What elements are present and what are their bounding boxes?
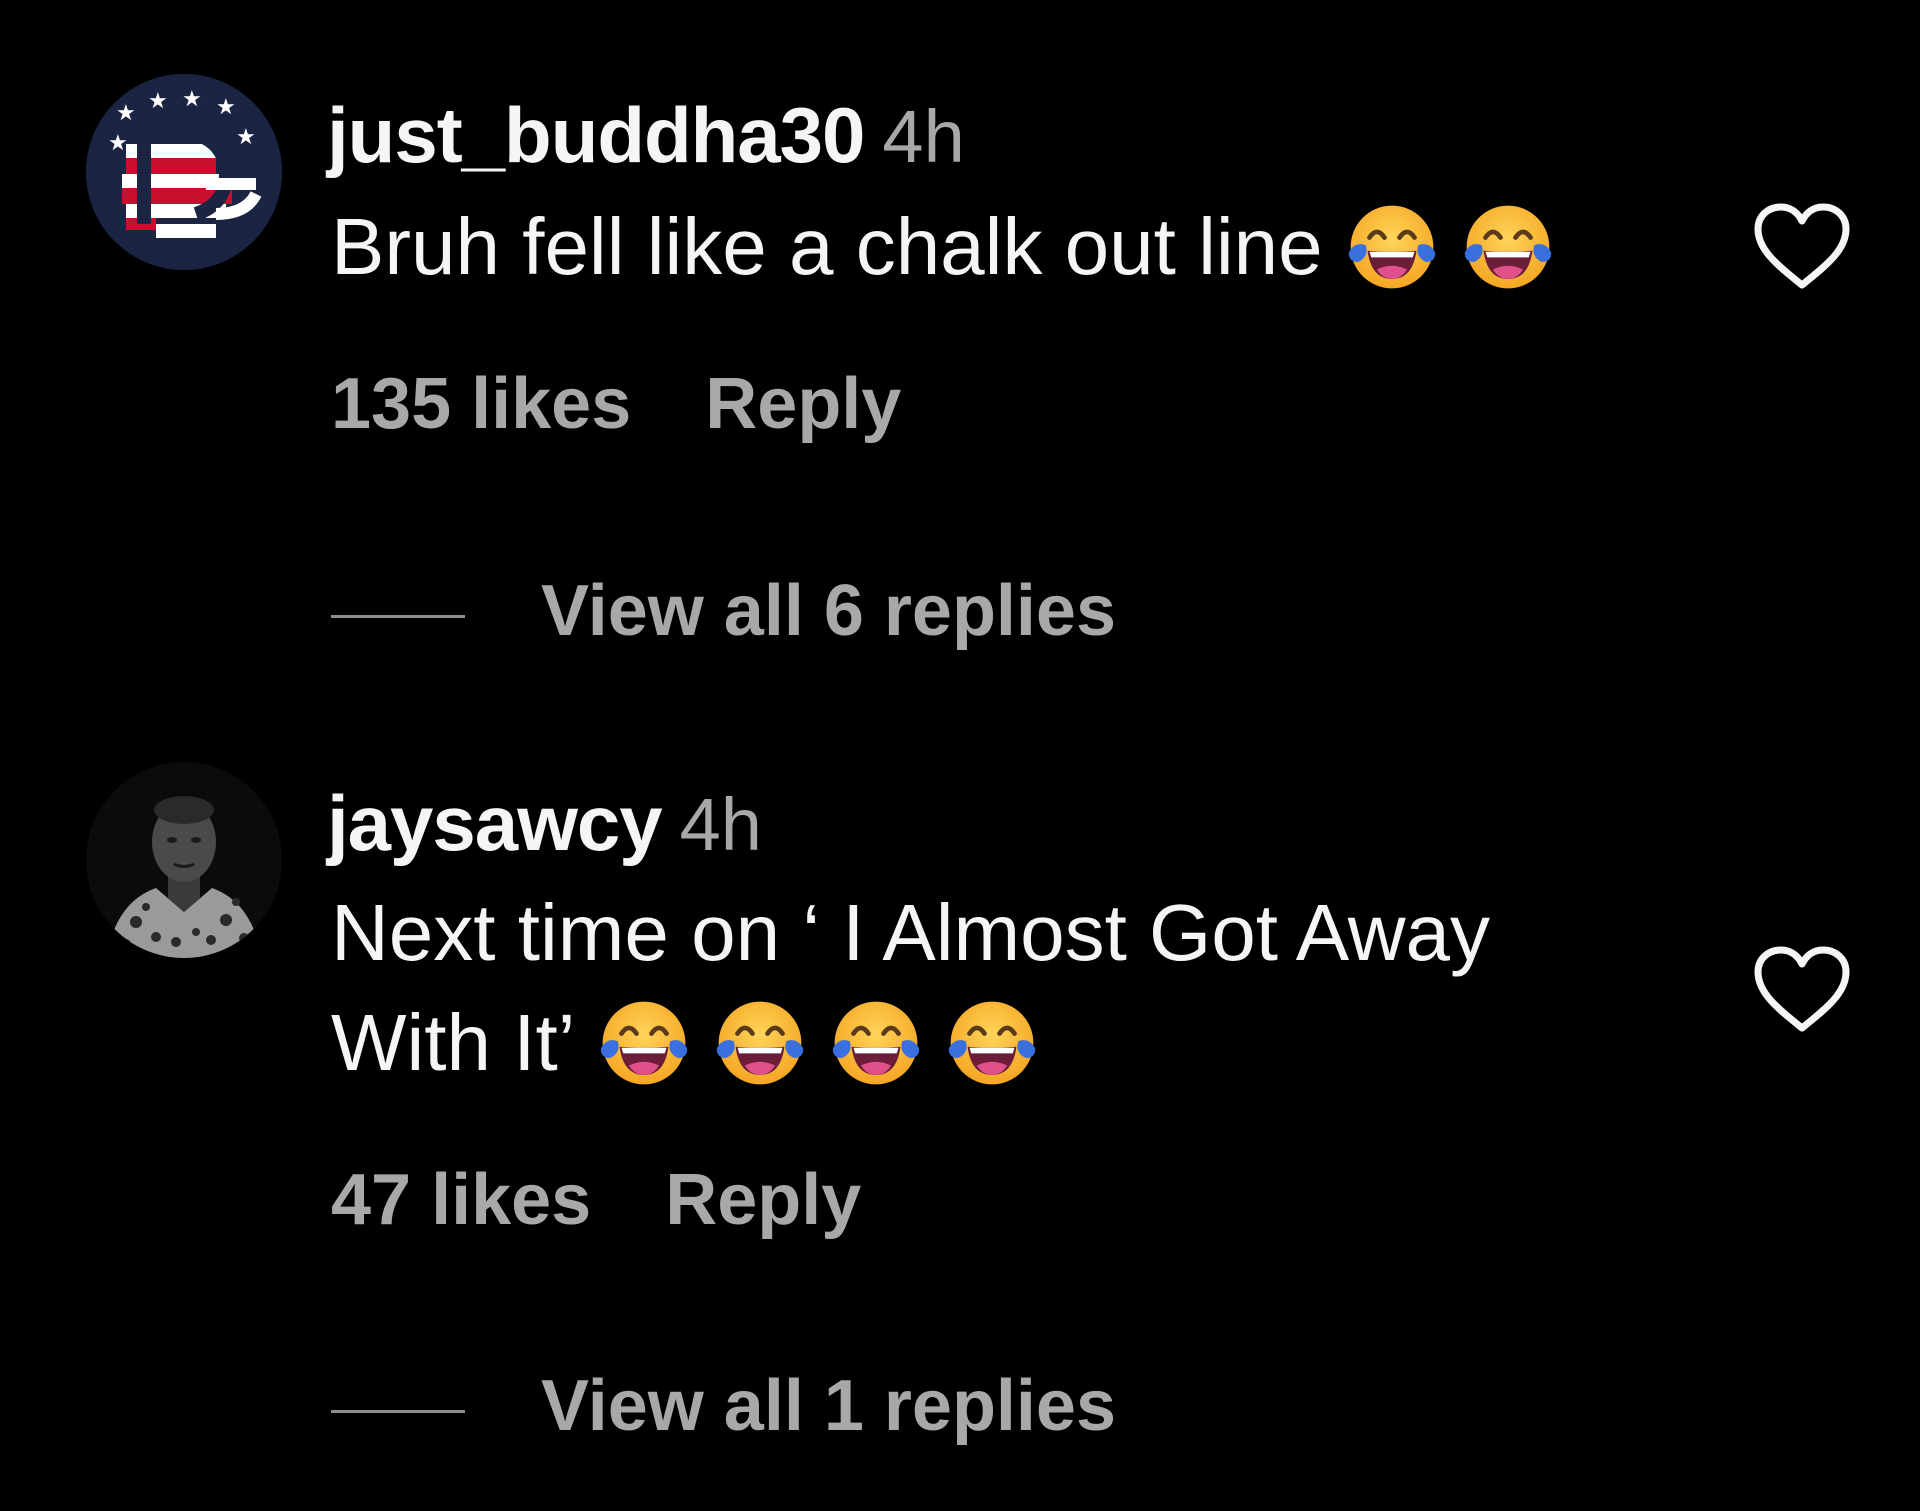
view-replies: View all 1 replies <box>331 1370 1231 1450</box>
comment-header: just_buddha30 4h <box>327 96 965 174</box>
view-replies-button[interactable]: View all 1 replies <box>541 1370 1116 1442</box>
reply-button[interactable]: Reply <box>705 364 901 444</box>
svg-text:★: ★ <box>236 125 256 150</box>
profile-photo-icon <box>86 762 282 958</box>
face-with-tears-of-joy-icon <box>597 996 691 1090</box>
face-with-tears-of-joy-icon <box>829 996 923 1090</box>
comment-meta: 135 likes Reply <box>331 368 901 440</box>
svg-text:★: ★ <box>108 131 128 156</box>
timestamp: 4h <box>679 783 762 866</box>
avatar[interactable] <box>86 762 282 958</box>
face-with-tears-of-joy-icon <box>945 996 1039 1090</box>
likes-count[interactable]: 135 likes <box>331 364 631 444</box>
reply-button[interactable]: Reply <box>665 1160 861 1240</box>
comment-text: Next time on ‘ I Almost Got Away With It… <box>331 878 1671 1098</box>
username[interactable]: just_buddha30 <box>327 91 865 179</box>
heart-outline-icon <box>1754 203 1850 289</box>
heart-outline-icon <box>1754 946 1850 1032</box>
flag-logo-icon: ★ ★ ★ ★ ★ ★ <box>86 74 282 270</box>
replies-divider <box>331 615 465 618</box>
svg-text:★: ★ <box>148 89 168 114</box>
svg-text:★: ★ <box>116 101 136 126</box>
face-with-tears-of-joy-icon <box>713 996 807 1090</box>
replies-divider <box>331 1410 465 1413</box>
face-with-tears-of-joy-icon <box>1345 200 1439 294</box>
username[interactable]: jaysawcy <box>327 779 663 867</box>
face-with-tears-of-joy-icon <box>1461 200 1555 294</box>
svg-text:★: ★ <box>216 95 236 120</box>
comment-meta: 47 likes Reply <box>331 1164 861 1236</box>
likes-count[interactable]: 47 likes <box>331 1160 591 1240</box>
like-button[interactable] <box>1752 201 1852 291</box>
avatar[interactable]: ★ ★ ★ ★ ★ ★ <box>86 74 282 270</box>
svg-text:★: ★ <box>182 87 202 112</box>
comment-text-content: Bruh fell like a chalk out line <box>331 202 1323 291</box>
comment-text: Bruh fell like a chalk out line <box>331 192 1661 302</box>
like-button[interactable] <box>1752 944 1852 1034</box>
view-replies-button[interactable]: View all 6 replies <box>541 575 1116 647</box>
view-replies: View all 6 replies <box>331 575 1231 655</box>
comment-header: jaysawcy 4h <box>327 784 762 862</box>
timestamp: 4h <box>882 95 965 178</box>
